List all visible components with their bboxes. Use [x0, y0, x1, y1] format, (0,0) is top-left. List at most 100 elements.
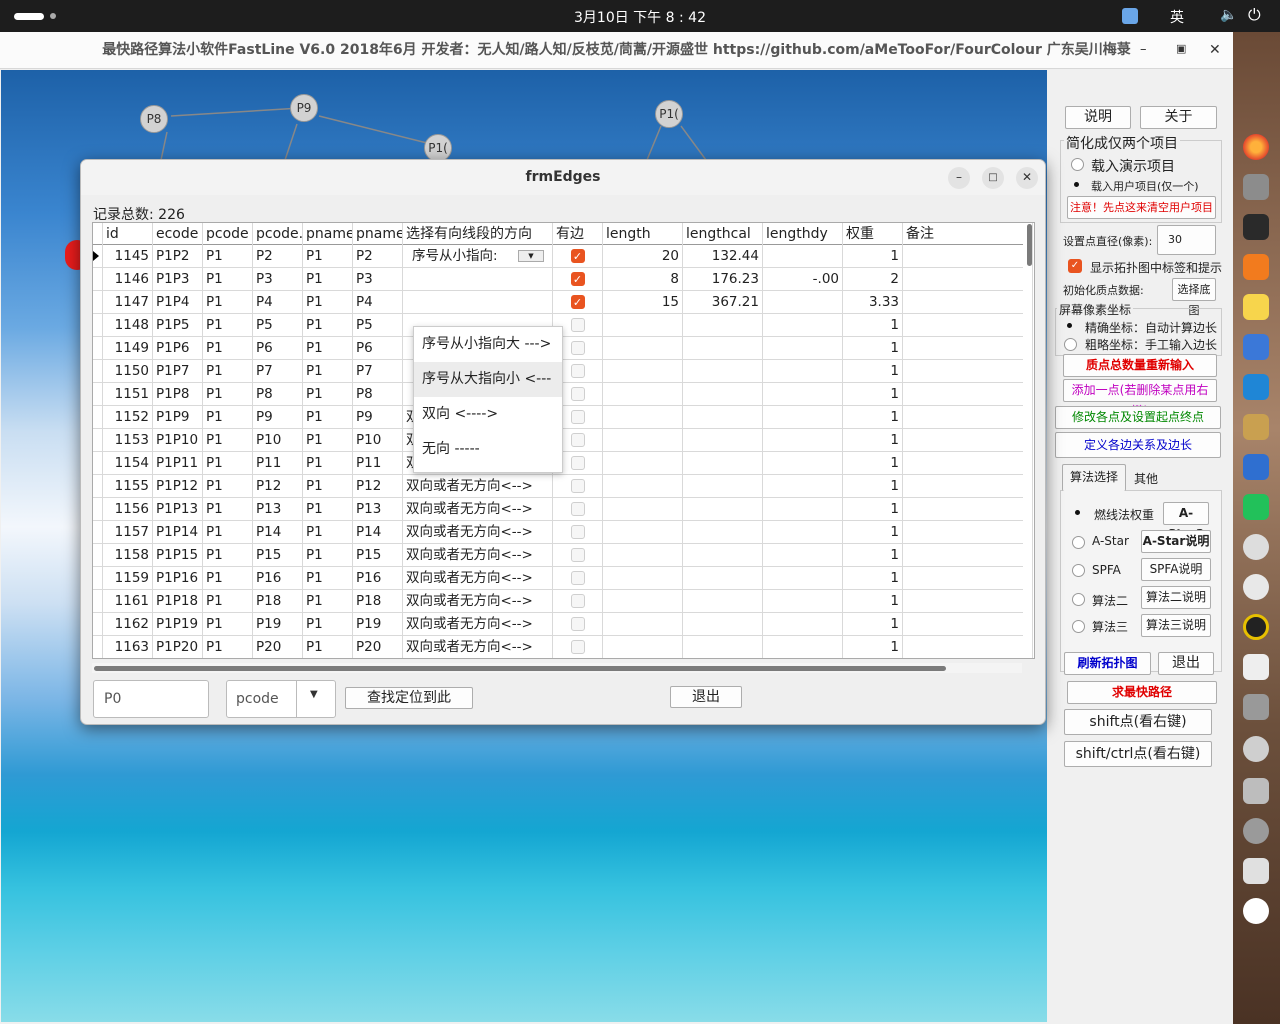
cell-pname[interactable]: P1 — [303, 590, 353, 613]
cell-dir[interactable]: 双向或者无方向<--> — [403, 521, 553, 544]
cell-pcode[interactable]: P1 — [203, 268, 253, 291]
cell-pcode2[interactable]: P18 — [253, 590, 303, 613]
cell-note[interactable] — [903, 268, 1033, 291]
cell-id[interactable]: 1152 — [103, 406, 153, 429]
cell-length[interactable] — [603, 567, 683, 590]
row-selector[interactable] — [93, 452, 103, 475]
diameter-input[interactable]: 30 — [1157, 225, 1216, 255]
cell-note[interactable] — [903, 337, 1033, 360]
cell-id[interactable]: 1153 — [103, 429, 153, 452]
node-p9[interactable]: P9 — [290, 94, 318, 122]
cell-weight[interactable]: 1 — [843, 590, 903, 613]
astar-help-button[interactable]: A-Star说明 — [1141, 530, 1211, 553]
dropdown-option[interactable]: 序号从大指向小 <--- — [414, 362, 562, 397]
row-selector[interactable] — [93, 475, 103, 498]
radio-demo[interactable] — [1071, 158, 1084, 171]
cell-note[interactable] — [903, 383, 1033, 406]
cell-pcode2[interactable]: P7 — [253, 360, 303, 383]
row-selector[interactable] — [93, 544, 103, 567]
cell-pcode2[interactable]: P16 — [253, 567, 303, 590]
cell-weight[interactable]: 1 — [843, 429, 903, 452]
cell-length[interactable] — [603, 613, 683, 636]
input-method[interactable]: 英 — [1170, 7, 1184, 27]
algo3-help-button[interactable]: 算法三说明 — [1141, 614, 1211, 637]
dialog-close-icon[interactable]: ✕ — [1016, 167, 1038, 189]
cell-pcode2[interactable]: P20 — [253, 636, 303, 658]
cell-pcode[interactable]: P1 — [203, 314, 253, 337]
edges-grid[interactable]: id ecode pcode pcode. pname pname 选择有向线段的方向 有边 l… — [92, 222, 1035, 659]
column-header[interactable]: lengthcal — [683, 223, 763, 245]
cell-id[interactable]: 1150 — [103, 360, 153, 383]
radio-algo-2[interactable] — [1072, 564, 1085, 577]
terminal-icon[interactable] — [1243, 214, 1269, 240]
row-selector[interactable] — [93, 337, 103, 360]
cell-lengthcal[interactable] — [683, 613, 763, 636]
row-selector[interactable] — [93, 498, 103, 521]
cell-pcode[interactable]: P1 — [203, 521, 253, 544]
cell-pname[interactable]: P1 — [303, 452, 353, 475]
cell-ecode[interactable]: P1P14 — [153, 521, 203, 544]
volume-icon[interactable]: 🔈 — [1220, 7, 1237, 23]
cell-lengthdy[interactable] — [763, 590, 843, 613]
cell-weight[interactable]: 3.33 — [843, 291, 903, 314]
cell-pname[interactable]: P1 — [303, 268, 353, 291]
cell-length[interactable] — [603, 636, 683, 658]
cell-lengthdy[interactable] — [763, 337, 843, 360]
cell-length[interactable] — [603, 544, 683, 567]
ssd-icon[interactable] — [1243, 778, 1269, 804]
cell-pcode2[interactable]: P19 — [253, 613, 303, 636]
sublime-icon[interactable] — [1243, 254, 1269, 280]
software-updater-icon[interactable] — [1243, 174, 1269, 200]
cell-ecode[interactable]: P1P7 — [153, 360, 203, 383]
cell-length[interactable]: 8 — [603, 268, 683, 291]
radio-algo-0[interactable] — [1072, 507, 1085, 520]
power-icon[interactable]: ⏻ — [1248, 5, 1261, 25]
cell-length[interactable] — [603, 337, 683, 360]
cell-dir[interactable] — [403, 268, 553, 291]
cell-length[interactable] — [603, 475, 683, 498]
cell-lengthdy[interactable] — [763, 452, 843, 475]
camera-icon[interactable] — [1243, 654, 1269, 680]
cell-pcode2[interactable]: P11 — [253, 452, 303, 475]
cell-weight[interactable]: 1 — [843, 452, 903, 475]
cell-length[interactable] — [603, 452, 683, 475]
cell-id[interactable]: 1162 — [103, 613, 153, 636]
node-p10[interactable]: P1( — [424, 134, 452, 162]
cell-id[interactable]: 1145 — [103, 245, 153, 268]
cell-lengthcal[interactable]: 132.44 — [683, 245, 763, 268]
wechat-icon[interactable] — [1243, 494, 1269, 520]
cell-pcode2[interactable]: P15 — [253, 544, 303, 567]
clear-user-project-button[interactable]: 注意！先点这来清空用户项目 — [1067, 196, 1216, 219]
cell-pcode[interactable]: P1 — [203, 383, 253, 406]
dialog-maximize-icon[interactable]: □ — [982, 167, 1004, 189]
has-edge-checkbox[interactable] — [553, 613, 603, 636]
column-header[interactable]: id — [103, 223, 153, 245]
cell-dir[interactable]: 双向或者无方向<--> — [403, 590, 553, 613]
cell-note[interactable] — [903, 429, 1033, 452]
column-header[interactable]: lengthdy — [763, 223, 843, 245]
cell-pcode[interactable]: P1 — [203, 590, 253, 613]
cell-note[interactable] — [903, 636, 1033, 658]
cell-pname2[interactable]: P16 — [353, 567, 403, 590]
cell-pname2[interactable]: P19 — [353, 613, 403, 636]
cell-lengthdy[interactable] — [763, 360, 843, 383]
firefox-icon[interactable] — [1243, 134, 1269, 160]
clock[interactable]: 3月10日 下午 8 : 42 — [0, 7, 1280, 27]
cell-lengthdy[interactable] — [763, 245, 843, 268]
cell-ecode[interactable]: P1P16 — [153, 567, 203, 590]
cell-length[interactable] — [603, 590, 683, 613]
cell-length[interactable]: 20 — [603, 245, 683, 268]
tab-other[interactable]: 其他 — [1134, 470, 1158, 487]
cell-pcode[interactable]: P1 — [203, 613, 253, 636]
row-selector[interactable] — [93, 383, 103, 406]
cell-weight[interactable]: 1 — [843, 544, 903, 567]
cell-lengthcal[interactable] — [683, 406, 763, 429]
table-row[interactable]: 1163 P1P20 P1 P20 P1 P20 双向或者无方向<--> 1 — [93, 636, 1033, 658]
has-edge-checkbox[interactable]: ✓ — [553, 268, 603, 291]
choose-background-button[interactable]: 选择底图 — [1172, 278, 1216, 317]
notes-icon[interactable] — [1243, 334, 1269, 360]
cell-lengthcal[interactable] — [683, 314, 763, 337]
gear-icon[interactable] — [1243, 736, 1269, 762]
cell-id[interactable]: 1158 — [103, 544, 153, 567]
text-editor-icon[interactable] — [1243, 294, 1269, 320]
